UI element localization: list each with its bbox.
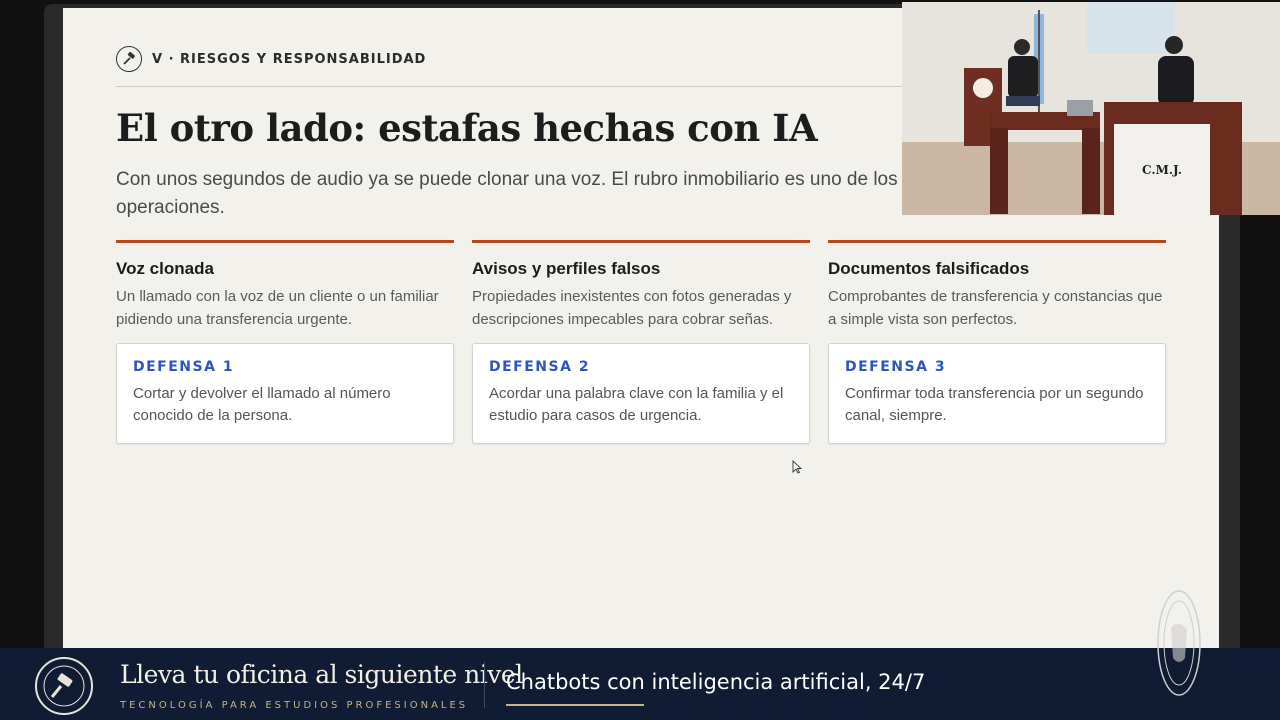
camera-inset: C.M.J. (902, 2, 1280, 215)
banner-subheadline: TECNOLOGÍA PARA ESTUDIOS PROFESIONALES (120, 700, 469, 711)
defense-card: DEFENSA 2 Acordar una palabra clave con … (472, 343, 810, 444)
college-seal-icon (35, 657, 93, 715)
column-voz-clonada: Voz clonada Un llamado con la voz de un … (116, 240, 454, 444)
defense-card: DEFENSA 1 Cortar y devolver el llamado a… (116, 343, 454, 444)
column-documentos-falsificados: Documentos falsificados Comprobantes de … (828, 240, 1166, 444)
banner-ticker: Chatbots con inteligencia artificial, 24… (506, 670, 926, 694)
column-avisos-falsos: Avisos y perfiles falsos Propiedades ine… (472, 240, 810, 444)
section-header: V · RIESGOS Y RESPONSABILIDAD (116, 46, 426, 72)
defense-text: Cortar y devolver el llamado al número c… (133, 385, 391, 424)
watermark-seal-icon (1157, 590, 1201, 696)
bottom-banner: Lleva tu oficina al siguiente nivel TECN… (0, 590, 1280, 720)
column-heading: Voz clonada (116, 259, 214, 278)
podium-label: C.M.J. (1142, 163, 1182, 177)
column-accent-bar (472, 240, 810, 243)
slide-title: El otro lado: estafas hechas con IA (116, 106, 818, 150)
mouse-cursor-icon (792, 460, 802, 474)
column-accent-bar (116, 240, 454, 243)
column-description: Comprobantes de transferencia y constanc… (828, 288, 1163, 328)
camera-feed-image: C.M.J. (902, 2, 1280, 215)
banner-divider (484, 662, 485, 708)
defense-label: DEFENSA 3 (845, 359, 947, 375)
section-label: V · RIESGOS Y RESPONSABILIDAD (152, 51, 427, 67)
ticker-progress-line (506, 704, 644, 706)
gavel-icon (116, 46, 142, 72)
column-description: Propiedades inexistentes con fotos gener… (472, 288, 792, 328)
defense-text: Confirmar toda transferencia por un segu… (845, 385, 1144, 424)
defense-label: DEFENSA 2 (489, 359, 591, 375)
defense-label: DEFENSA 1 (133, 359, 235, 375)
defense-text: Acordar una palabra clave con la familia… (489, 385, 784, 424)
column-description: Un llamado con la voz de un cliente o un… (116, 288, 439, 328)
banner-headline: Lleva tu oficina al siguiente nivel (120, 660, 523, 689)
column-heading: Documentos falsificados (828, 259, 1030, 278)
defense-card: DEFENSA 3 Confirmar toda transferencia p… (828, 343, 1166, 444)
column-heading: Avisos y perfiles falsos (472, 259, 661, 278)
column-accent-bar (828, 240, 1166, 243)
